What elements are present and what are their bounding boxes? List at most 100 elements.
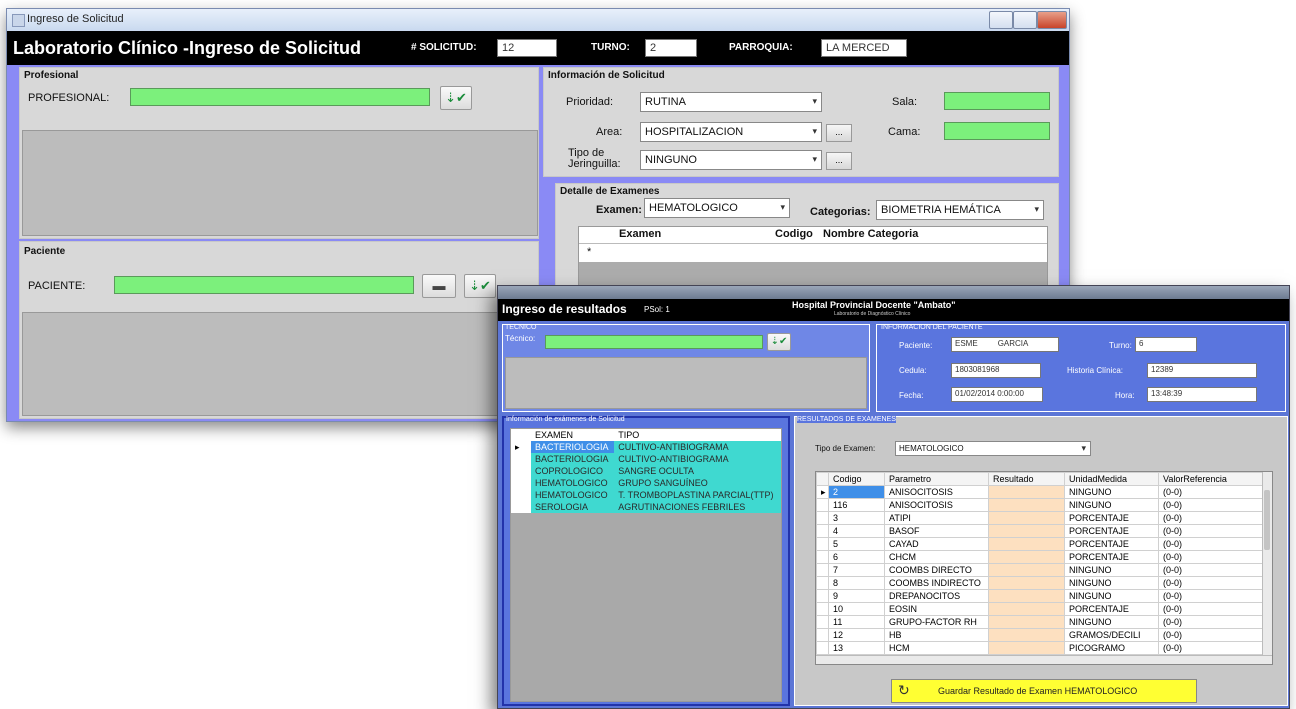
res-cell-resultado[interactable] [988,511,1065,525]
res-cell-resultado[interactable] [988,589,1065,603]
res-cell-parametro: CHCM [884,550,989,564]
solicitud-examenes-grid[interactable]: EXAMEN TIPO ▸ BACTERIOLOGIA CULTIVO-ANTIBI… [510,428,782,702]
sol-row[interactable]: HEMATOLOGICO T. TROMBOPLASTINA PARCIAL(TT… [511,489,781,501]
res-cell-resultado[interactable] [988,550,1065,564]
result-row[interactable]: 4 BASOF PORCENTAJE (0-0) [816,524,1263,538]
grid-new-row[interactable]: * [579,244,1047,262]
hora-field[interactable]: 13:48:39 [1147,387,1257,402]
res-header-parametro: Parametro [884,472,989,486]
sol-cell-examen: HEMATOLOGICO [531,489,615,501]
res-cell-parametro: COOMBS DIRECTO [884,563,989,577]
result-row[interactable]: 13 HCM PICOGRAMO (0-0) [816,641,1263,655]
jeringuilla-value: NINGUNO [645,154,697,166]
result-row[interactable]: 11 GRUPO-FACTOR RH NINGUNO (0-0) [816,615,1263,629]
turno2-field[interactable]: 6 [1135,337,1197,352]
res-cell-resultado[interactable] [988,537,1065,551]
result-row[interactable]: 12 HB GRAMOS/DECILI (0-0) [816,628,1263,642]
prioridad-select[interactable]: RUTINA ▾ [640,92,822,112]
search-profesional-button[interactable]: ⇣✔ [440,86,472,110]
res-cell-parametro: GRUPO-FACTOR RH [884,615,989,629]
result-row[interactable]: 3 ATIPI PORCENTAJE (0-0) [816,511,1263,525]
jeringuilla-browse-button[interactable]: ... [826,152,852,170]
result-row[interactable]: 8 COOMBS INDIRECTO NINGUNO (0-0) [816,576,1263,590]
maximize-icon[interactable] [1013,11,1037,29]
card-icon[interactable]: ▬ [422,274,456,298]
fecha-label: Fecha: [899,391,924,400]
res-cell-unidad: NINGUNO [1064,485,1159,499]
row-marker [816,498,829,512]
result-row[interactable]: 116 ANISOCITOSIS NINGUNO (0-0) [816,498,1263,512]
res-cell-parametro: COOMBS INDIRECTO [884,576,989,590]
sol-row[interactable]: HEMATOLOGICO GRUPO SANGUÍNEO [511,477,781,489]
row-marker [511,489,531,501]
cedula-field[interactable]: 1803081968 [951,363,1041,378]
res-cell-resultado[interactable] [988,615,1065,629]
info-solicitud-group: Información de Solicitud Prioridad: RUTI… [543,67,1059,177]
sol-cell-examen: HEMATOLOGICO [531,477,615,489]
result-row[interactable]: 9 DREPANOCITOS NINGUNO (0-0) [816,589,1263,603]
search-tecnico-button[interactable]: ⇣✔ [767,333,791,351]
examen-select[interactable]: HEMATOLOGICO ▾ [644,198,790,218]
sol-cell-tipo: CULTIVO-ANTIBIOGRAMA [614,441,781,453]
sol-cell-tipo: GRUPO SANGUÍNEO [614,477,781,489]
jeringuilla-select[interactable]: NINGUNO ▾ [640,150,822,170]
tipo-examen-label: Tipo de Examen: [815,444,876,453]
page-title: Laboratorio Clínico -Ingreso de Solicitu… [13,38,362,58]
info-paciente-title: INFORMACION DEL PACIENTE [881,324,983,331]
fecha-field[interactable]: 01/02/2014 0:00:00 [951,387,1043,402]
res-cell-resultado[interactable] [988,498,1065,512]
res-cell-valor: (0-0) [1158,563,1263,577]
result-row[interactable]: 5 CAYAD PORCENTAJE (0-0) [816,537,1263,551]
turno-field[interactable]: 2 [645,39,697,57]
minimize-icon[interactable] [989,11,1013,29]
result-row[interactable]: 7 COOMBS DIRECTO NINGUNO (0-0) [816,563,1263,577]
tecnico-details [505,357,867,409]
res-cell-resultado[interactable] [988,628,1065,642]
paciente2-field[interactable]: ESME GARCIA [951,337,1059,352]
close-icon[interactable] [1037,11,1067,29]
vertical-scrollbar[interactable] [1262,472,1272,664]
categorias-value: BIOMETRIA HEMÁTICA [881,204,1001,216]
sol-row[interactable]: SEROLOGIA AGRUTINACIONES FEBRILES [511,501,781,513]
search-paciente-button[interactable]: ⇣✔ [464,274,496,298]
res-cell-resultado[interactable] [988,641,1065,655]
result-row[interactable]: 6 CHCM PORCENTAJE (0-0) [816,550,1263,564]
historia-field[interactable]: 12389 [1147,363,1257,378]
result-row[interactable]: ▸ 2 ANISOCITOSIS NINGUNO (0-0) [816,485,1263,499]
res-cell-resultado[interactable] [988,602,1065,616]
res-cell-resultado[interactable] [988,576,1065,590]
resultados-grid[interactable]: Codigo Parametro Resultado UnidadMedida … [815,471,1273,665]
row-marker [511,501,531,513]
area-select[interactable]: HOSPITALIZACION ▾ [640,122,822,142]
solicitud-field[interactable]: 12 [497,39,557,57]
sol-row[interactable]: ▸ BACTERIOLOGIA CULTIVO-ANTIBIOGRAMA [511,441,781,453]
sol-row[interactable]: BACTERIOLOGIA CULTIVO-ANTIBIOGRAMA [511,453,781,465]
chevron-down-icon: ▾ [812,96,817,106]
result-row[interactable]: 10 EOSIN PORCENTAJE (0-0) [816,602,1263,616]
info-group-title: Información de Solicitud [548,70,665,81]
res-cell-parametro: ATIPI [884,511,989,525]
sala-field[interactable] [944,92,1050,110]
turno2-label: Turno: [1109,341,1132,350]
res-cell-resultado[interactable] [988,563,1065,577]
save-result-button[interactable]: ↻ Guardar Resultado de Examen HEMATOLOGI… [891,679,1197,703]
profesional-field[interactable] [130,88,430,106]
row-marker [816,589,829,603]
horizontal-scrollbar[interactable] [816,655,1272,664]
sol-row[interactable]: COPROLOGICO SANGRE OCULTA [511,465,781,477]
categorias-select[interactable]: BIOMETRIA HEMÁTICA ▾ [876,200,1044,220]
chevron-down-icon: ▾ [1034,204,1039,214]
scrollbar-thumb[interactable] [1264,490,1270,550]
res-cell-unidad: GRAMOS/DECILI [1064,628,1159,642]
row-marker: ▸ [511,441,531,453]
cedula-label: Cedula: [899,366,927,375]
res-cell-resultado[interactable] [988,524,1065,538]
area-browse-button[interactable]: ... [826,124,852,142]
tecnico-field[interactable] [545,335,763,349]
tipo-examen-select[interactable]: HEMATOLOGICO ▾ [895,441,1091,456]
cama-field[interactable] [944,122,1050,140]
paciente-field[interactable] [114,276,414,294]
parroquia-field[interactable]: LA MERCED [821,39,907,57]
res-cell-resultado[interactable] [988,485,1065,499]
row-marker [511,477,531,489]
